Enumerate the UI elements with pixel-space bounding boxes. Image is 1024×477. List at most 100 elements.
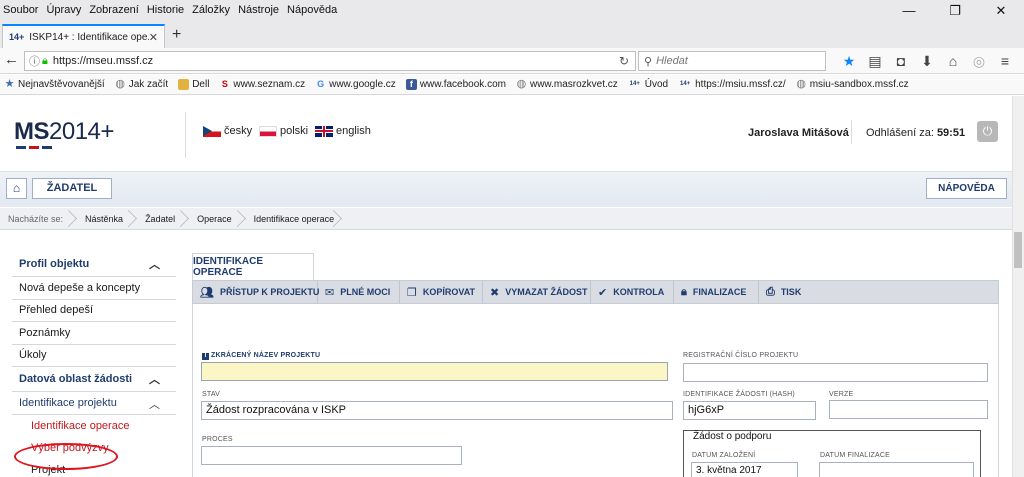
home-icon[interactable]: ⌂ — [940, 50, 966, 72]
maximize-icon[interactable]: ❐ — [932, 0, 978, 22]
nav-section-profil-label: Profil objektu — [19, 258, 90, 270]
breadcrumb: Nacházíte se: Nástěnka Žadatel Operace I… — [0, 208, 1012, 230]
house-icon: ⌂ — [12, 181, 21, 195]
ms2014-logo[interactable]: MS2014+ — [14, 118, 114, 146]
close-window-icon[interactable]: ✕ — [978, 0, 1024, 22]
breadcrumb-operace[interactable]: Operace — [185, 208, 242, 230]
seznam-icon: S — [221, 79, 228, 89]
hash-field[interactable]: hjG6xP — [683, 401, 816, 420]
nav-item-ukoly[interactable]: Úkoly — [12, 345, 176, 367]
info-icon[interactable]: ⓘ — [29, 53, 40, 69]
lang-czech[interactable]: česky — [203, 125, 252, 137]
pocket-icon[interactable]: ◘ — [888, 50, 914, 72]
bookmark-item[interactable]: ◍ www.masrozkvet.cz — [516, 78, 618, 91]
action-label: PLNÉ MOCI — [340, 287, 391, 297]
version-field[interactable] — [829, 400, 988, 419]
bookmark-item[interactable]: ▬ Dell — [178, 79, 209, 90]
lang-polish[interactable]: polski — [259, 125, 308, 137]
facebook-icon: f — [405, 79, 417, 90]
menu-view[interactable]: Zobrazení — [89, 4, 139, 16]
nav-section-profil[interactable]: Profil objektu ︿ — [12, 252, 176, 277]
short-name-input[interactable] — [201, 362, 668, 381]
globe-icon: ◍ — [516, 78, 527, 90]
nav-leaf-identifikace-operace[interactable]: Identifikace operace — [12, 415, 176, 437]
header-divider — [185, 112, 186, 158]
globe-icon: ◍ — [115, 78, 126, 90]
bookmark-item[interactable]: ◍ Jak začít — [115, 78, 169, 91]
action-toolbar: 👥︎ PŘÍSTUP K PROJEKTU ✉ PLNÉ MOCI ❐ KOPÍROVAT… — [192, 280, 999, 304]
lock-icon: 🔒︎ — [681, 285, 687, 298]
bookmark-star-icon[interactable]: ★ — [836, 50, 862, 72]
logo-thin: 2014+ — [49, 118, 114, 145]
nav-item-poznamky[interactable]: Poznámky — [12, 322, 176, 345]
menu-edit[interactable]: Úpravy — [46, 4, 81, 16]
info-square-icon: i — [202, 353, 209, 360]
lang-english[interactable]: english — [315, 125, 371, 137]
menu-bookmarks[interactable]: Záložky — [192, 4, 230, 16]
bookmark-item[interactable]: 14+ Úvod — [628, 79, 668, 90]
reg-number-input[interactable] — [683, 363, 988, 382]
action-button[interactable]: ❐ KOPÍROVAT — [400, 281, 483, 303]
status-label: STAV — [202, 391, 221, 398]
minimize-icon[interactable]: — — [886, 0, 932, 22]
new-tab-icon[interactable]: + — [172, 26, 181, 44]
tab-identifikace-operace[interactable]: IDENTIFIKACE OPERACE — [192, 253, 314, 280]
action-button[interactable]: ⎙ TISK — [759, 281, 810, 303]
power-logout-icon[interactable]: ⏻ — [977, 121, 998, 142]
bookmark-item[interactable]: Gwww.google.cz — [315, 79, 396, 90]
bookmark-item[interactable]: Swww.seznam.cz — [219, 79, 305, 90]
sync-icon[interactable]: ◎ — [966, 50, 992, 72]
page-scrollbar-thumb[interactable] — [1014, 232, 1022, 268]
nav-item-nova-depese[interactable]: Nová depeše a koncepty — [12, 277, 176, 300]
header-divider-2 — [851, 120, 852, 144]
close-tab-icon[interactable]: ✕ — [149, 31, 158, 44]
download-icon[interactable]: ⬇ — [914, 50, 940, 72]
action-button[interactable]: ✉ PLNÉ MOCI — [318, 281, 400, 303]
hamburger-menu-icon[interactable]: ≡ — [992, 50, 1018, 72]
role-band — [0, 171, 1012, 207]
page-scrollbar[interactable] — [1012, 96, 1024, 477]
search-input[interactable]: ⚲ Hledat — [638, 51, 826, 71]
short-name-label-text: ZKRÁCENÝ NÁZEV PROJEKTU — [211, 352, 321, 359]
final-date-field[interactable] — [819, 462, 974, 477]
bookmark-item[interactable]: ★ Nejnavštěvovanější — [4, 79, 105, 91]
action-button[interactable]: 👥︎ PŘÍSTUP K PROJEKTU — [193, 281, 319, 303]
action-button[interactable]: 🔒︎ FINALIZACE — [674, 281, 759, 303]
chevron-up-icon[interactable]: ︿ — [149, 371, 160, 387]
url-bar[interactable]: ⓘ 🔒︎ https://mseu.mssf.cz ↻ — [24, 51, 636, 71]
menu-file[interactable]: Soubor — [3, 4, 38, 16]
process-field[interactable] — [201, 446, 462, 465]
nav-section-datova-oblast[interactable]: Datová oblast žádosti ︿ — [12, 367, 176, 392]
menu-help[interactable]: Nápověda — [287, 4, 337, 16]
bookmark-label: Jak začít — [128, 79, 169, 90]
window-controls: — ❐ ✕ — [886, 0, 1024, 22]
bookmark-item[interactable]: 14+ https://msiu.mssf.cz/ — [678, 79, 786, 90]
bookmark-item[interactable]: f www.facebook.com — [405, 79, 506, 90]
version-label: VERZE — [829, 391, 854, 398]
breadcrumb-zadatel[interactable]: Žadatel — [133, 208, 185, 230]
breadcrumb-nastenka[interactable]: Nástěnka — [73, 208, 133, 230]
chevron-up-icon[interactable]: ︿ — [149, 256, 160, 272]
back-icon[interactable]: ← — [4, 51, 19, 68]
home-button[interactable]: ⌂ — [6, 178, 27, 199]
toolbar-icons: ★ ▤ ◘ ⬇ ⌂ ◎ ≡ — [836, 50, 1018, 72]
action-button[interactable]: ✖ VYMAZAT ŽÁDOST — [483, 281, 591, 303]
reload-icon[interactable]: ↻ — [619, 54, 629, 68]
chevron-up-icon[interactable]: ︿ — [149, 396, 160, 412]
help-button[interactable]: NÁPOVĚDA — [926, 178, 1007, 199]
created-date-field[interactable]: 3. května 2017 11:02:09 — [691, 462, 798, 477]
browser-tab[interactable]: 14+ ISKP14+ : Identifikace ope... ✕ — [2, 24, 165, 48]
nav-item-prehled-depesi[interactable]: Přehled depeší — [12, 300, 176, 322]
bookmark-item[interactable]: ◍ msiu-sandbox.mssf.cz — [796, 79, 908, 91]
action-button[interactable]: ✔ KONTROLA — [591, 281, 674, 303]
user-name: Jaroslava Mitášová — [748, 127, 849, 139]
nav-sub-label: Identifikace projektu — [19, 396, 117, 409]
menu-tools[interactable]: Nástroje — [238, 4, 279, 16]
logout-timer: Odhlášení za: 59:51 — [866, 127, 965, 139]
lang-english-label: english — [336, 125, 371, 137]
reading-list-icon[interactable]: ▤ — [862, 50, 888, 72]
nav-sub-identifikace-projektu[interactable]: Identifikace projektu ︿ — [12, 392, 176, 415]
status-field[interactable]: Žádost rozpracována v ISKP — [201, 401, 673, 420]
zadatel-button[interactable]: ŽADATEL — [32, 178, 112, 199]
menu-history[interactable]: Historie — [147, 4, 184, 16]
